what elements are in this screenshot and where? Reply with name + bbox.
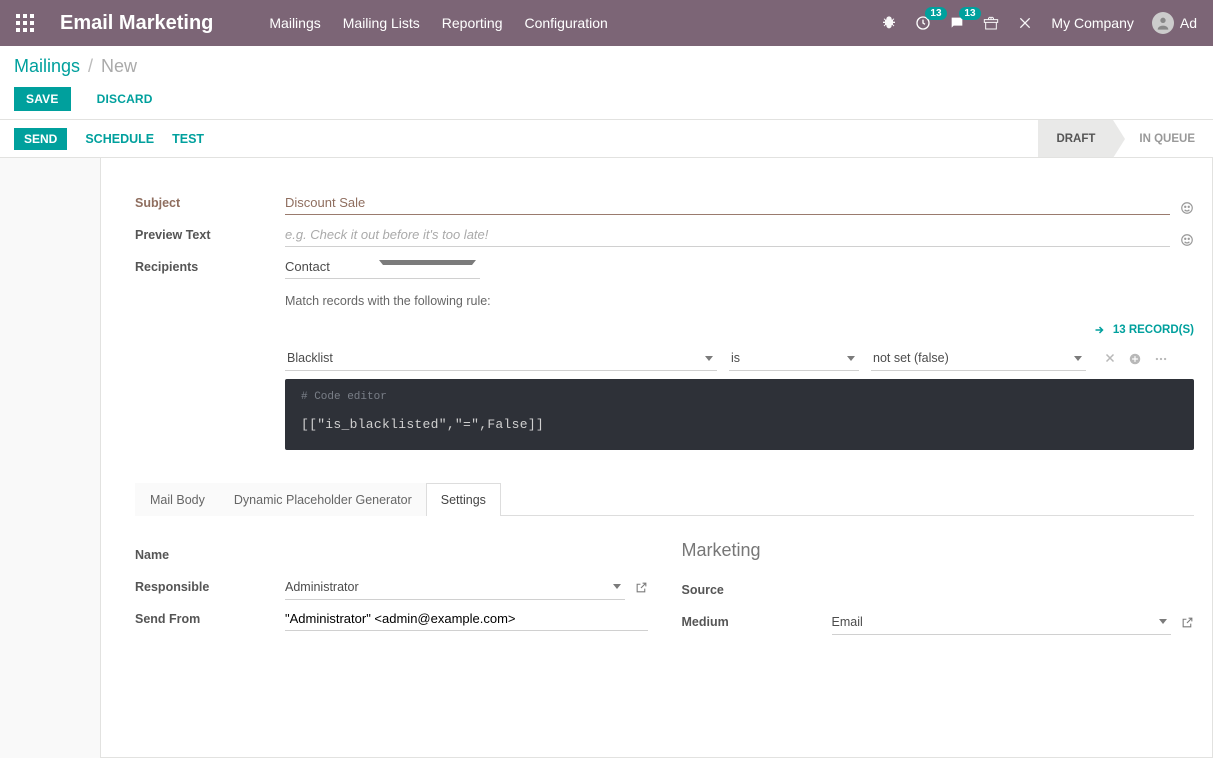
form-sheet: Subject Preview Text Recipients Cont (100, 158, 1213, 758)
settings-right-col: Marketing Source Medium Email (682, 540, 1195, 639)
sendfrom-input[interactable] (285, 607, 648, 631)
code-content: [["is_blacklisted","=",False]] (301, 417, 1178, 432)
user-name: Ad (1180, 15, 1197, 31)
domain-value-select[interactable]: not set (false) (871, 346, 1086, 371)
subject-label: Subject (135, 196, 285, 210)
nav-menu: Mailings Mailing Lists Reporting Configu… (269, 15, 607, 31)
activities-icon[interactable]: 13 (915, 15, 931, 31)
tab-settings[interactable]: Settings (426, 483, 501, 516)
nav-item-configuration[interactable]: Configuration (524, 15, 607, 31)
breadcrumb: Mailings / New (14, 56, 1197, 77)
apps-icon[interactable] (16, 14, 34, 32)
control-panel: Mailings / New SAVE DISCARD (0, 46, 1213, 120)
domain-operator-value: is (729, 346, 843, 370)
activities-badge: 13 (925, 7, 946, 20)
domain-operator-select[interactable]: is (729, 346, 859, 371)
subject-input[interactable] (285, 191, 1170, 215)
code-editor[interactable]: # Code editor [["is_blacklisted","=",Fal… (285, 379, 1194, 450)
settings-left-col: Name Responsible Administrator (135, 540, 648, 639)
remove-rule-icon[interactable] (1104, 352, 1116, 366)
main-navbar: Email Marketing Mailings Mailing Lists R… (0, 0, 1213, 46)
recipients-label: Recipients (135, 260, 285, 274)
preview-label: Preview Text (135, 228, 285, 242)
chevron-down-icon (847, 356, 855, 361)
test-button[interactable]: TEST (172, 132, 204, 146)
more-rule-icon[interactable] (1154, 352, 1168, 366)
responsible-label: Responsible (135, 580, 285, 594)
recipients-select[interactable]: Contact (285, 255, 480, 279)
nav-item-mailings[interactable]: Mailings (269, 15, 320, 31)
name-label: Name (135, 548, 285, 562)
rule-help-text: Match records with the following rule: (285, 294, 1194, 308)
external-link-icon[interactable] (635, 581, 648, 594)
brand-title: Email Marketing (60, 12, 213, 35)
medium-label: Medium (682, 615, 832, 629)
medium-select[interactable]: Email (832, 610, 1172, 635)
send-button[interactable]: SEND (14, 128, 67, 150)
records-count: 13 RECORD(S) (1113, 324, 1194, 336)
tabs: Mail Body Dynamic Placeholder Generator … (135, 482, 1194, 516)
breadcrumb-sep: / (88, 56, 93, 77)
domain-field-select[interactable]: Blacklist (285, 346, 717, 371)
status-stages: DRAFT IN QUEUE (1038, 120, 1213, 157)
chevron-down-icon (379, 260, 477, 273)
tab-dynamic-placeholder[interactable]: Dynamic Placeholder Generator (219, 483, 427, 516)
responsible-select[interactable]: Administrator (285, 575, 625, 600)
domain-value-text: not set (false) (871, 346, 1070, 370)
chevron-down-icon (1159, 619, 1167, 624)
messages-badge: 13 (959, 7, 980, 20)
domain-field-value: Blacklist (285, 346, 701, 370)
records-link[interactable]: 13 RECORD(S) (285, 324, 1194, 336)
domain-rule-row: Blacklist is not set (false) (285, 346, 1194, 371)
sendfrom-label: Send From (135, 612, 285, 626)
breadcrumb-current: New (101, 56, 137, 77)
discard-button[interactable]: DISCARD (85, 87, 165, 111)
breadcrumb-parent[interactable]: Mailings (14, 56, 80, 77)
add-rule-icon[interactable] (1128, 352, 1142, 366)
tab-mail-body[interactable]: Mail Body (135, 483, 220, 516)
emoji-icon[interactable] (1180, 201, 1194, 215)
save-button[interactable]: SAVE (14, 87, 71, 111)
emoji-icon-preview[interactable] (1180, 233, 1194, 247)
user-menu[interactable]: Ad (1152, 12, 1197, 34)
schedule-button[interactable]: SCHEDULE (85, 132, 154, 146)
messages-icon[interactable]: 13 (949, 15, 965, 31)
bug-icon[interactable] (881, 15, 897, 31)
stage-in-queue[interactable]: IN QUEUE (1113, 120, 1213, 157)
chevron-down-icon (705, 356, 713, 361)
marketing-title: Marketing (682, 540, 1195, 561)
nav-item-reporting[interactable]: Reporting (442, 15, 503, 31)
medium-value: Email (832, 610, 1156, 634)
responsible-value: Administrator (285, 575, 609, 599)
source-label: Source (682, 583, 832, 597)
status-bar: SEND SCHEDULE TEST DRAFT IN QUEUE (0, 120, 1213, 158)
tools-icon[interactable] (1017, 15, 1033, 31)
chevron-down-icon (613, 584, 621, 589)
stage-draft[interactable]: DRAFT (1038, 120, 1113, 157)
code-comment: # Code editor (301, 391, 1178, 403)
gift-icon[interactable] (983, 15, 999, 31)
company-selector[interactable]: My Company (1051, 15, 1133, 31)
avatar (1152, 12, 1174, 34)
chevron-down-icon (1074, 356, 1082, 361)
external-link-icon[interactable] (1181, 616, 1194, 629)
recipients-value: Contact (285, 255, 375, 278)
preview-input[interactable] (285, 223, 1170, 247)
nav-item-mailing-lists[interactable]: Mailing Lists (343, 15, 420, 31)
